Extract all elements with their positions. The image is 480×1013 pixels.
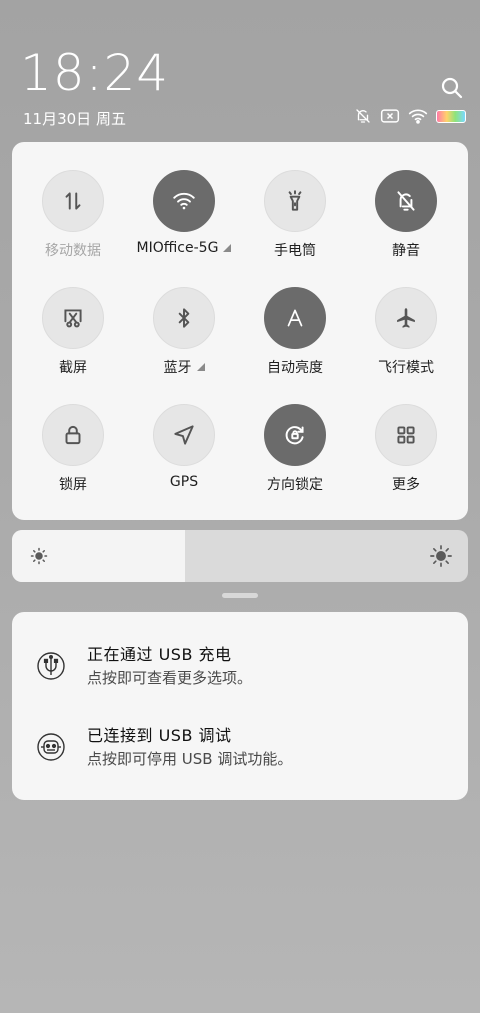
tile-lock[interactable]: 锁屏: [17, 404, 129, 514]
lock-icon: [65, 425, 81, 445]
tile-mobile-data[interactable]: 移动数据: [17, 170, 129, 280]
tile-auto-brightness[interactable]: 自动亮度: [239, 287, 351, 397]
tile-label-text: MIOffice-5G: [136, 240, 219, 256]
tile-label: MIOffice-5G: [137, 240, 232, 256]
tile-wifi[interactable]: MIOffice-5G: [128, 170, 240, 280]
tile-label: 手电筒: [274, 240, 316, 260]
brightness-slider[interactable]: [12, 530, 468, 582]
wifi-icon: [173, 192, 195, 210]
rotation-lock-icon: [285, 426, 304, 445]
tile-more-grid[interactable]: 更多: [350, 404, 462, 514]
notification-title: 正在通过 USB 充电: [87, 645, 232, 664]
tile-button[interactable]: [375, 404, 437, 466]
tile-button[interactable]: [264, 404, 326, 466]
tile-label-text: 飞行模式: [378, 360, 434, 376]
tile-mute[interactable]: 静音: [350, 170, 462, 280]
tile-button[interactable]: [153, 404, 215, 466]
tile-label: GPS: [170, 474, 198, 490]
flashlight-icon: [288, 190, 302, 211]
no-sim-icon: [380, 109, 400, 123]
notification-subtitle: 点按即可查看更多选项。: [87, 669, 253, 687]
tile-label: 飞行模式: [378, 357, 434, 377]
notification-subtitle: 点按即可停用 USB 调试功能。: [87, 750, 293, 768]
tile-button[interactable]: [375, 170, 437, 232]
tile-flashlight[interactable]: 手电筒: [239, 170, 351, 280]
tile-label-text: 静音: [392, 243, 420, 259]
tile-label: 截屏: [59, 357, 87, 377]
tile-label-text: 移动数据: [45, 243, 101, 259]
usb-icon: [36, 651, 66, 681]
auto-brightness-icon: [287, 309, 303, 327]
tile-label: 更多: [392, 474, 420, 494]
airplane-icon: [397, 308, 415, 328]
tile-button[interactable]: [264, 287, 326, 349]
brightness-high-icon: [430, 545, 452, 567]
tile-label: 移动数据: [45, 240, 101, 260]
tile-button[interactable]: [42, 170, 104, 232]
tile-label-text: 截屏: [59, 360, 87, 376]
notification-panel: 正在通过 USB 充电 点按即可查看更多选项。 已连接到 USB 调试 点按即可…: [12, 612, 468, 800]
drag-handle[interactable]: [222, 593, 258, 598]
mute-status-icon: [356, 109, 370, 123]
clock-time: 18:24: [20, 44, 170, 102]
mute-icon: [397, 191, 415, 211]
tile-label-text: GPS: [169, 474, 199, 490]
android-debug-icon: [36, 732, 66, 762]
more-grid-icon: [397, 426, 415, 444]
expand-arrow-icon[interactable]: [196, 363, 205, 371]
tile-label-text: 蓝牙: [163, 360, 192, 376]
search-icon[interactable]: [440, 76, 464, 100]
tile-label-text: 方向锁定: [267, 477, 323, 493]
bluetooth-icon: [178, 308, 190, 328]
tile-button[interactable]: [264, 170, 326, 232]
notification-title: 已连接到 USB 调试: [87, 726, 232, 745]
tile-gps[interactable]: GPS: [128, 404, 240, 514]
tile-label: 方向锁定: [267, 474, 323, 494]
tile-bluetooth[interactable]: 蓝牙: [128, 287, 240, 397]
quick-settings-panel: 移动数据 MIOffice-5G 手电筒 静音截屏 蓝牙 自动亮度 飞行模式锁屏 GPS 方向锁…: [12, 142, 468, 520]
tile-label: 静音: [392, 240, 420, 260]
brightness-low-icon: [30, 547, 48, 565]
date-label: 11月30日 周五: [23, 110, 126, 128]
tile-button[interactable]: [42, 404, 104, 466]
mobile-data-icon: [65, 192, 81, 210]
tile-label-text: 锁屏: [59, 477, 87, 493]
expand-arrow-icon[interactable]: [223, 244, 232, 252]
tile-label-text: 手电筒: [274, 243, 316, 259]
tile-label-text: 自动亮度: [267, 360, 323, 376]
gps-icon: [174, 425, 194, 445]
tile-button[interactable]: [153, 287, 215, 349]
tile-button[interactable]: [375, 287, 437, 349]
notification-usb-charging[interactable]: 正在通过 USB 充电 点按即可查看更多选项。: [12, 637, 468, 697]
tile-button[interactable]: [42, 287, 104, 349]
wifi-status-icon: [408, 109, 428, 124]
tile-label-text: 更多: [392, 477, 420, 493]
tile-button[interactable]: [153, 170, 215, 232]
tile-screenshot[interactable]: 截屏: [17, 287, 129, 397]
tile-label: 蓝牙: [164, 357, 205, 377]
tile-rotation-lock[interactable]: 方向锁定: [239, 404, 351, 514]
notification-usb-debugging[interactable]: 已连接到 USB 调试 点按即可停用 USB 调试功能。: [12, 718, 468, 778]
battery-icon: [436, 109, 466, 123]
tile-label: 锁屏: [59, 474, 87, 494]
screenshot-icon: [64, 309, 82, 328]
status-icons: [354, 107, 466, 125]
tile-airplane[interactable]: 飞行模式: [350, 287, 462, 397]
tile-label: 自动亮度: [267, 357, 323, 377]
